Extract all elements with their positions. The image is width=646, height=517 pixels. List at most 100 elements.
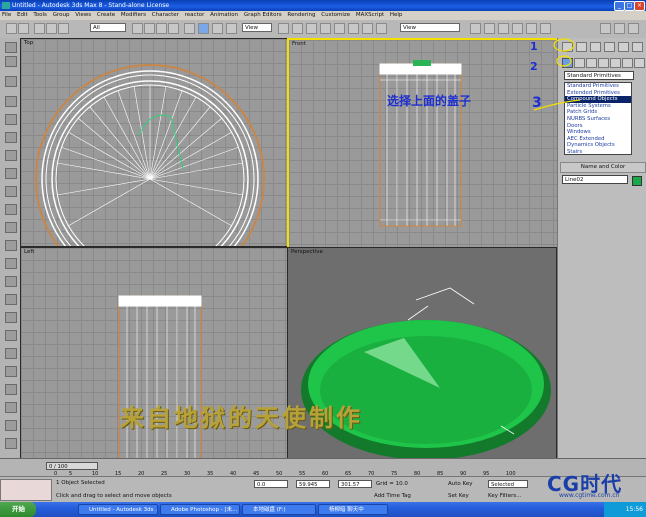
window-crossing-icon[interactable] <box>168 23 179 34</box>
tool-icon-9[interactable] <box>5 186 17 197</box>
add-time-tag[interactable]: Add Time Tag <box>374 493 411 499</box>
name-and-color-rollout[interactable]: Name and Color <box>560 162 646 173</box>
angle-snap-icon[interactable] <box>306 23 317 34</box>
spinner-snap-icon[interactable] <box>334 23 345 34</box>
menu-views[interactable]: Views <box>75 12 91 18</box>
unlink-icon[interactable] <box>46 23 57 34</box>
time-slider[interactable]: 0 / 100 <box>46 462 98 470</box>
coord-y-field[interactable]: 59.945 <box>296 480 330 488</box>
tool-icon-14[interactable] <box>5 276 17 287</box>
coord-z-field[interactable]: 301.57 <box>338 480 372 488</box>
tool-icon-10[interactable] <box>5 204 17 215</box>
selection-filter-dropdown[interactable]: All <box>90 23 126 32</box>
selected-dropdown[interactable]: Selected <box>488 480 528 488</box>
tool-icon-16[interactable] <box>5 312 17 323</box>
named-selection-sets-dropdown[interactable]: View <box>400 23 460 32</box>
redo-icon[interactable] <box>18 23 29 34</box>
tool-icon-7[interactable] <box>5 150 17 161</box>
tool-icon-19[interactable] <box>5 366 17 377</box>
link-icon[interactable] <box>34 23 45 34</box>
menu-edit[interactable]: Edit <box>17 12 28 18</box>
space-warps-icon[interactable] <box>622 58 633 68</box>
object-name-field[interactable]: Line02 <box>562 175 628 184</box>
tool-icon-2[interactable] <box>5 56 17 67</box>
menu-group[interactable]: Group <box>53 12 70 18</box>
material-editor-icon[interactable] <box>512 23 523 34</box>
systems-icon[interactable] <box>634 58 645 68</box>
menu-animation[interactable]: Animation <box>210 12 238 18</box>
set-key-button[interactable]: Set Key <box>448 493 469 499</box>
menu-modifiers[interactable]: Modifiers <box>121 12 146 18</box>
tool-icon-11[interactable] <box>5 222 17 233</box>
viewport-top[interactable]: Top <box>20 38 288 247</box>
select-object-icon[interactable] <box>132 23 143 34</box>
bind-space-warp-icon[interactable] <box>58 23 69 34</box>
tool-icon-18[interactable] <box>5 348 17 359</box>
display-tab-icon[interactable] <box>618 42 629 52</box>
quick-render-icon[interactable] <box>540 23 551 34</box>
render-scene-icon[interactable] <box>526 23 537 34</box>
render-frame-icon[interactable] <box>614 23 625 34</box>
list-item[interactable]: Stairs <box>565 149 631 156</box>
utilities-tab-icon[interactable] <box>632 42 643 52</box>
undo-icon[interactable] <box>6 23 17 34</box>
object-color-swatch[interactable] <box>632 176 642 186</box>
list-item[interactable]: Doors <box>565 123 631 130</box>
schematic-view-icon[interactable] <box>498 23 509 34</box>
menu-file[interactable]: File <box>2 12 11 18</box>
menu-character[interactable]: Character <box>152 12 179 18</box>
align-icon[interactable] <box>376 23 387 34</box>
task-explorer[interactable]: 本地磁盘 (F:) <box>242 504 316 515</box>
motion-tab-icon[interactable] <box>604 42 615 52</box>
menu-tools[interactable]: Tools <box>33 12 47 18</box>
tool-icon-13[interactable] <box>5 258 17 269</box>
menu-create[interactable]: Create <box>97 12 115 18</box>
select-by-name-icon[interactable] <box>144 23 155 34</box>
rectangle-selection-icon[interactable] <box>156 23 167 34</box>
tool-icon-8[interactable] <box>5 168 17 179</box>
select-scale-icon[interactable] <box>212 23 223 34</box>
select-move-icon[interactable] <box>198 23 209 34</box>
tool-icon-17[interactable] <box>5 330 17 341</box>
menu-graph-editors[interactable]: Graph Editors <box>244 12 282 18</box>
curve-editor-icon[interactable] <box>484 23 495 34</box>
tool-icon-6[interactable] <box>5 132 17 143</box>
tool-icon-21[interactable] <box>5 402 17 413</box>
mirror-icon[interactable] <box>362 23 373 34</box>
task-chat[interactable]: 杨柳暗 聊天中 <box>318 504 388 515</box>
pivot-center-icon[interactable] <box>278 23 289 34</box>
close-button[interactable]: × <box>634 1 645 11</box>
task-3dsmax[interactable]: Untitled - Autodesk 3ds ... <box>78 504 158 515</box>
snap-toggle-icon[interactable] <box>292 23 303 34</box>
scale-icon[interactable] <box>226 23 237 34</box>
list-item[interactable]: Windows <box>565 129 631 136</box>
tool-icon-12[interactable] <box>5 240 17 251</box>
layer-manager-icon[interactable] <box>470 23 481 34</box>
key-filters-button[interactable]: Key Filters... <box>488 493 521 499</box>
viewport-front[interactable]: Front 选择上面的盖子 <box>287 38 559 249</box>
teapot-render-icon[interactable] <box>628 23 639 34</box>
tool-icon-5[interactable] <box>5 114 17 125</box>
task-photoshop[interactable]: Adobe Photoshop - [未... <box>160 504 240 515</box>
tool-icon-23[interactable] <box>5 438 17 449</box>
menu-customize[interactable]: Customize <box>321 12 350 18</box>
render-type-icon[interactable] <box>600 23 611 34</box>
list-item[interactable]: AEC Extended <box>565 136 631 143</box>
start-button[interactable]: 开始 <box>0 502 36 517</box>
list-item[interactable]: NURBS Surfaces <box>565 116 631 123</box>
tool-icon-22[interactable] <box>5 420 17 431</box>
coord-x-field[interactable]: 0.0 <box>254 480 288 488</box>
menu-rendering[interactable]: Rendering <box>287 12 315 18</box>
maxscript-listener[interactable] <box>0 479 52 501</box>
helpers-icon[interactable] <box>610 58 621 68</box>
tool-icon-15[interactable] <box>5 294 17 305</box>
tool-icon-20[interactable] <box>5 384 17 395</box>
tool-icon-3[interactable] <box>5 76 17 87</box>
tool-icon-1[interactable] <box>5 42 17 53</box>
reference-coordinate-dropdown[interactable]: View <box>242 23 272 32</box>
select-rotate-icon[interactable] <box>184 23 195 34</box>
menu-help[interactable]: Help <box>390 12 403 18</box>
menu-maxscript[interactable]: MAXScript <box>356 12 384 18</box>
named-selection-icon[interactable] <box>348 23 359 34</box>
list-item[interactable]: Dynamics Objects <box>565 142 631 149</box>
